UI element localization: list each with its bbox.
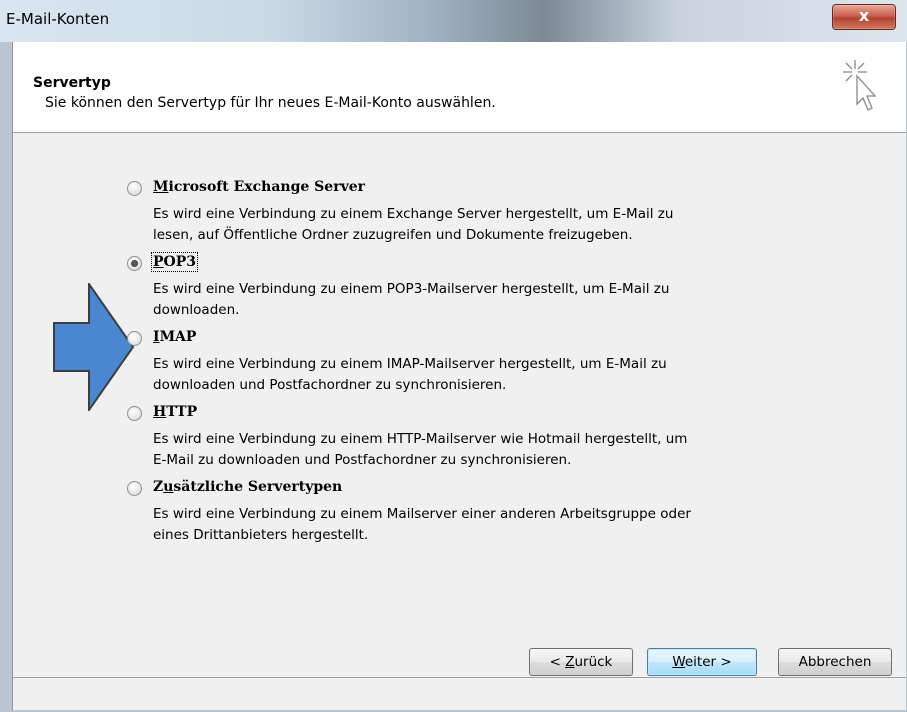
title-bar: E-Mail-Konten x	[0, 0, 907, 42]
option-pop3-label[interactable]: POP3	[151, 252, 198, 272]
option-http-description: Es wird eine Verbindung zu einem HTTP-Ma…	[153, 431, 688, 468]
option-pop3-description: Es wird eine Verbindung zu einem POP3-Ma…	[153, 281, 670, 318]
wizard-cursor-icon	[843, 60, 877, 111]
right-arrow-annotation	[53, 283, 135, 411]
radio-http[interactable]	[127, 406, 142, 421]
server-type-options: Microsoft Exchange Server Es wird eine V…	[13, 133, 906, 678]
radio-pop3[interactable]	[127, 256, 142, 271]
dialog-body: Servertyp Sie können den Servertyp für I…	[12, 42, 906, 710]
wizard-header: Servertyp Sie können den Servertyp für I…	[13, 42, 906, 133]
radio-additional-servers[interactable]	[127, 481, 142, 496]
cancel-button[interactable]: Abbrechen	[778, 648, 892, 676]
option-http-label[interactable]: HTTP	[153, 404, 197, 420]
page-title: Servertyp	[33, 75, 111, 91]
option-exchange-description: Es wird eine Verbindung zu einem Exchang…	[153, 206, 674, 243]
window-title: E-Mail-Konten	[6, 10, 110, 28]
option-imap-description: Es wird eine Verbindung zu einem IMAP-Ma…	[153, 356, 667, 393]
back-button[interactable]: < Zurück	[529, 648, 633, 676]
option-imap-label[interactable]: IMAP	[153, 329, 196, 345]
next-button[interactable]: Weiter >	[647, 648, 757, 676]
page-subtitle: Sie können den Servertyp für Ihr neues E…	[45, 95, 496, 111]
option-additional-servers-description: Es wird eine Verbindung zu einem Mailser…	[153, 506, 691, 543]
close-button[interactable]: x	[832, 4, 896, 30]
radio-imap[interactable]	[127, 331, 142, 346]
radio-exchange[interactable]	[127, 181, 142, 196]
option-exchange-label[interactable]: Microsoft Exchange Server	[153, 179, 365, 195]
option-additional-servers-label[interactable]: Zusätzliche Servertypen	[153, 479, 342, 495]
